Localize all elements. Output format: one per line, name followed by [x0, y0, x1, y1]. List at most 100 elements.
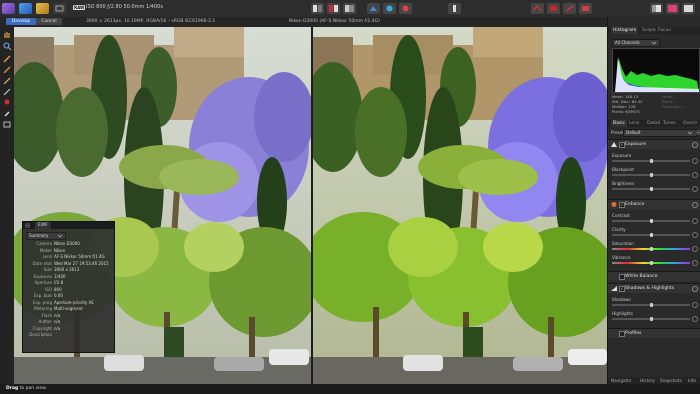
exif-row: Camera Nikon D3000: [23, 241, 114, 246]
enhance-icon: [611, 202, 617, 207]
profiles-section[interactable]: Profiles: [608, 328, 700, 338]
blackpoint-slider-knob[interactable]: [649, 173, 653, 177]
tab-focus[interactable]: Focus: [658, 27, 671, 34]
tab-tones[interactable]: Tones: [663, 120, 676, 127]
white-balance-section-label: White Balance: [625, 274, 658, 279]
liquify-persona-icon[interactable]: [19, 3, 32, 14]
shadows-highlights-section-label: Shadows & Highlights: [625, 286, 675, 291]
contrast-slider-knob[interactable]: [649, 219, 653, 223]
shadows-slider-reset-icon[interactable]: [692, 302, 698, 308]
fullscreen-icon[interactable]: [682, 3, 695, 14]
preset-select[interactable]: Default: [623, 129, 697, 137]
shadows-slider-knob[interactable]: [649, 303, 653, 307]
brush-tool-icon[interactable]: [2, 54, 12, 62]
blackpoint-slider[interactable]: [612, 173, 690, 177]
tab-histogram[interactable]: Histogram: [611, 27, 639, 34]
exif-value: Multi-segment: [54, 306, 83, 311]
highlights-slider-reset-icon[interactable]: [692, 316, 698, 322]
tone-clipping-icon[interactable]: [383, 3, 396, 14]
develop-button[interactable]: Develop: [6, 18, 36, 25]
contrast-slider-label: Contrast: [612, 213, 630, 218]
brightness-slider-reset-icon[interactable]: [692, 186, 698, 192]
gradient-overlay-icon[interactable]: [579, 3, 592, 14]
exif-row: Copyright n/a: [23, 326, 114, 331]
hand-tool-icon[interactable]: [2, 31, 12, 39]
tab-info[interactable]: Info: [688, 377, 696, 384]
crop-tool-icon[interactable]: [2, 120, 12, 128]
compare-view-icon[interactable]: [343, 3, 356, 14]
white-balance-picker-icon[interactable]: [448, 3, 461, 14]
saturation-slider-label: Saturation: [612, 241, 634, 246]
mirror-view-icon[interactable]: [327, 3, 340, 14]
preset-menu-icon[interactable]: [696, 130, 700, 135]
brightness-slider-knob[interactable]: [649, 187, 653, 191]
panel-menu-icon[interactable]: [25, 223, 30, 228]
exposure-slider-knob[interactable]: [649, 159, 653, 163]
clone-tool-icon[interactable]: [2, 87, 12, 95]
vibrance-slider[interactable]: [612, 261, 690, 265]
cancel-button[interactable]: Cancel: [36, 18, 62, 25]
shadow-clipping-icon[interactable]: [367, 3, 380, 14]
vibrance-slider-knob[interactable]: [649, 261, 653, 265]
erase-tool-icon[interactable]: [2, 65, 12, 73]
exif-panel-header: EXIF: [23, 222, 114, 229]
photo-persona-icon[interactable]: [2, 3, 15, 14]
blemish-tool-icon[interactable]: [547, 3, 560, 14]
main-toolbar: RAW ISO 800 ƒ/2.80 50.0mm 1/400s: [0, 0, 700, 18]
enhance-section[interactable]: ✓ Enhance: [608, 199, 700, 209]
exif-key: Flash: [41, 312, 52, 318]
after-image: [313, 27, 607, 384]
split-view-icon[interactable]: [311, 3, 324, 14]
clarity-slider-knob[interactable]: [649, 233, 653, 237]
white-balance-tool-icon[interactable]: [2, 109, 12, 117]
exif-tab[interactable]: EXIF: [35, 222, 51, 229]
tab-overlays[interactable]: Overlays: [683, 120, 697, 127]
exposure-slider[interactable]: [612, 159, 690, 163]
white-balance-section[interactable]: White Balance: [608, 271, 700, 281]
status-action: Drag: [6, 386, 19, 391]
camera-info: Nikon D3000 (AF-S Nikkor 50mm f/1.4G): [289, 19, 380, 24]
saturation-slider-knob[interactable]: [649, 247, 653, 251]
highlights-slider-label: Highlights: [612, 311, 634, 316]
exposure-section[interactable]: ✓ Exposure: [608, 139, 700, 149]
clarity-slider[interactable]: [612, 233, 690, 237]
tab-snapshots[interactable]: Snapshots: [660, 377, 682, 384]
highlight-clipping-icon[interactable]: [399, 3, 412, 14]
brightness-slider[interactable]: [612, 187, 690, 191]
enhance-reset-icon[interactable]: [692, 202, 698, 208]
shadows-slider[interactable]: [612, 303, 690, 307]
red-eye-tool-icon[interactable]: [531, 3, 544, 14]
clarity-slider-reset-icon[interactable]: [692, 232, 698, 238]
exif-value: Aperture-priority AE: [54, 299, 94, 305]
shadows-highlights-reset-icon[interactable]: [692, 286, 698, 292]
tab-navigator[interactable]: Navigator: [611, 377, 632, 384]
zoom-tool-icon[interactable]: [2, 42, 12, 50]
saturation-slider[interactable]: [612, 247, 690, 251]
exposure-slider-reset-icon[interactable]: [692, 158, 698, 164]
exif-value: 1/400: [54, 273, 66, 279]
overlay-paint-icon[interactable]: [563, 3, 576, 14]
exposure-reset-icon[interactable]: [692, 142, 698, 148]
highlights-slider[interactable]: [612, 317, 690, 321]
tab-scope[interactable]: Scope: [642, 27, 656, 34]
blackpoint-slider-reset-icon[interactable]: [692, 172, 698, 178]
histogram: [612, 48, 700, 93]
vibrance-slider-reset-icon[interactable]: [692, 260, 698, 266]
vibrance-slider-label: Vibrance: [612, 255, 631, 260]
color-view-icon[interactable]: [666, 3, 679, 14]
tab-basic[interactable]: Basic: [611, 120, 627, 127]
shadows-highlights-section[interactable]: ✓ Shadows & Highlights: [608, 283, 700, 293]
contrast-slider[interactable]: [612, 219, 690, 223]
gradient-tool-icon[interactable]: [2, 76, 12, 84]
tab-history[interactable]: History: [640, 377, 655, 384]
develop-persona-icon[interactable]: [36, 3, 49, 14]
highlights-slider-knob[interactable]: [649, 317, 653, 321]
histogram-toggle-icon[interactable]: [53, 3, 66, 14]
contrast-slider-reset-icon[interactable]: [692, 218, 698, 224]
panel-layout-icon[interactable]: [650, 3, 663, 14]
studio-tabs: Histogram Scope Focus: [608, 27, 700, 34]
tab-lens[interactable]: Lens: [629, 120, 639, 127]
saturation-slider-reset-icon[interactable]: [692, 246, 698, 252]
red-eye-tool-icon[interactable]: [2, 98, 12, 106]
tab-detail[interactable]: Detail: [647, 120, 660, 127]
